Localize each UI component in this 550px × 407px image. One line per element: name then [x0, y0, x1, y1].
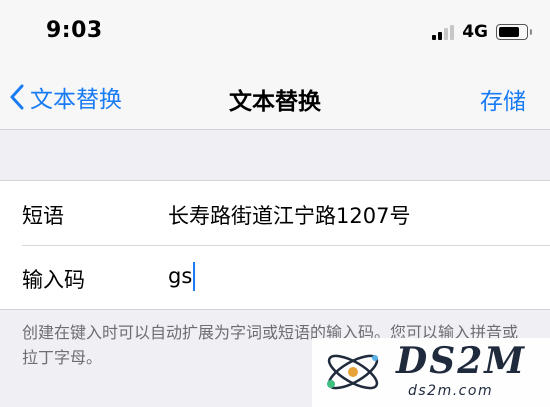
phrase-row: 短语 长寿路街道江宁路1207号 — [0, 181, 550, 245]
status-indicators: 4G — [432, 22, 532, 42]
text-replacement-form: 短语 长寿路街道江宁路1207号 输入码 gs — [0, 180, 550, 310]
signal-bar — [444, 28, 449, 40]
signal-strength-icon — [432, 24, 455, 40]
save-button[interactable]: 存储 — [480, 82, 526, 116]
shortcut-input[interactable]: gs — [168, 264, 192, 288]
signal-bar — [450, 24, 455, 40]
shortcut-label: 输入码 — [22, 268, 85, 292]
watermark-subtitle: ds2m.com — [408, 383, 494, 399]
navigation-bar: 文本替换 文本替换 存储 — [0, 64, 550, 130]
shortcut-row: 输入码 gs — [0, 245, 550, 309]
status-time: 9:03 — [46, 18, 103, 43]
watermark: DS2M ds2m.com — [312, 338, 550, 407]
network-type: 4G — [462, 22, 488, 42]
watermark-title: DS2M — [396, 340, 527, 382]
phrase-label: 短语 — [22, 204, 64, 228]
battery-icon — [496, 24, 532, 40]
text-cursor — [193, 262, 195, 291]
phrase-input[interactable]: 长寿路街道江宁路1207号 — [168, 200, 410, 230]
battery-fill — [499, 27, 519, 37]
signal-bar — [432, 35, 437, 40]
page-title: 文本替换 — [229, 89, 321, 115]
signal-bar — [438, 31, 443, 40]
status-bar: 9:03 4G — [0, 0, 550, 64]
atom-logo-icon — [327, 354, 379, 390]
